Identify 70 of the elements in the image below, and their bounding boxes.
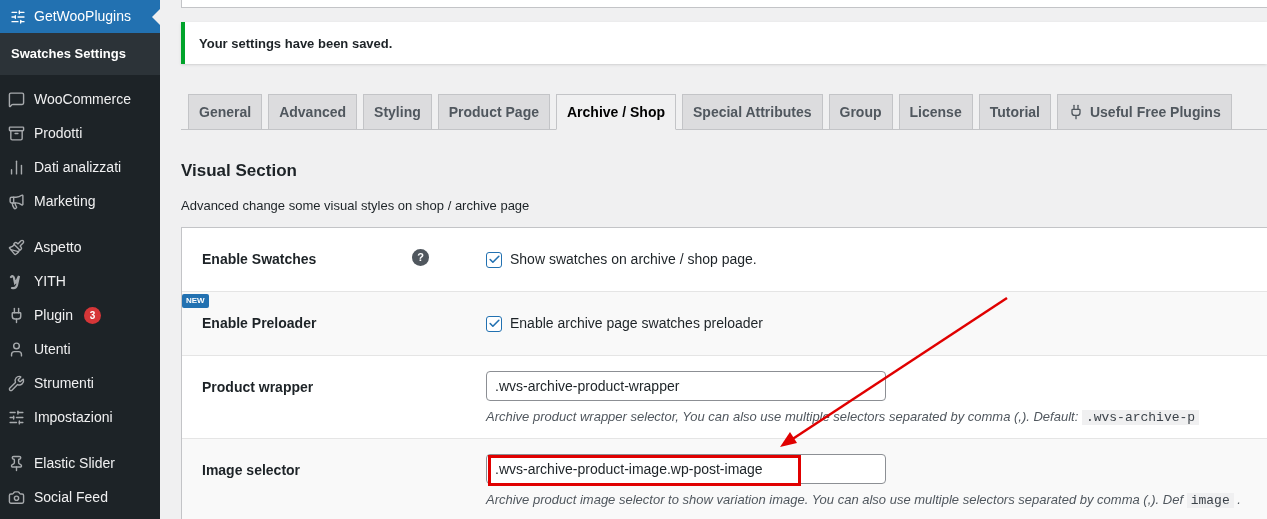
settings-tab[interactable]: Group <box>828 94 893 130</box>
sidebar-menu-item[interactable]: GetWooPlugins <box>0 0 160 33</box>
checkmark-icon <box>487 253 501 266</box>
wrench-icon <box>8 375 25 392</box>
checkbox-label: Show swatches on archive / shop page. <box>510 250 757 269</box>
settings-tab[interactable]: Advanced <box>268 94 358 130</box>
sidebar-menu-item[interactable]: Prodotti <box>0 116 160 151</box>
sidebar-menu-item[interactable]: Impostazioni <box>0 400 160 435</box>
checkmark-icon <box>487 317 501 330</box>
field-description: Archive product image selector to show variation image. You can also use multiple selectors separated by comma (,). Def image . <box>486 491 1242 510</box>
settings-tab[interactable]: License <box>898 94 973 130</box>
menu-label: WooCommerce <box>34 90 131 109</box>
camera-icon <box>8 489 25 506</box>
settings-tab[interactable]: Product Page <box>437 94 550 130</box>
menu-label: Aspetto <box>34 238 82 257</box>
checkbox[interactable] <box>486 251 502 268</box>
settings-tab[interactable]: Archive / Shop <box>556 94 676 130</box>
setting-label: Product wrapper <box>202 378 314 397</box>
speech-bubble-icon <box>8 91 25 108</box>
menu-label: Prodotti <box>34 124 83 143</box>
checkbox[interactable] <box>486 315 502 332</box>
archive-box-icon <box>8 125 25 142</box>
settings-tab[interactable]: Styling <box>363 94 432 130</box>
setting-label: Enable Swatches <box>202 250 317 269</box>
menu-label: Strumenti <box>34 374 94 393</box>
sidebar-menu-item[interactable]: Elastic Slider <box>0 446 160 481</box>
menu-label: YITH <box>34 272 66 291</box>
text-input-field[interactable]: .wvs-archive-product-wrapper <box>486 371 886 401</box>
menu-label: Dati analizzati <box>34 158 122 177</box>
code-snippet: image <box>1186 493 1234 508</box>
section-description: Advanced change some visual styles on shop / archive page <box>181 196 531 215</box>
notice-text: Your settings have been saved. <box>199 36 393 51</box>
sidebar-menu-item[interactable]: WooCommerce <box>0 82 160 117</box>
sidebar-menu-item[interactable]: Social Feed <box>0 480 160 515</box>
menu-label: Impostazioni <box>34 408 113 427</box>
setting-label: Enable Preloader <box>202 314 317 333</box>
sidebar-menu-item[interactable]: YITH <box>0 264 160 299</box>
update-count-badge: 3 <box>83 307 101 324</box>
setting-label: Image selector <box>202 461 301 480</box>
sidebar-menu-item[interactable]: Utenti <box>0 332 160 367</box>
settings-tab[interactable]: General <box>188 94 263 130</box>
sliders-icon <box>10 8 26 25</box>
menu-label: Plugin <box>34 306 73 325</box>
sidebar-menu-item[interactable]: Plugin 3 <box>0 298 160 333</box>
menu-label: Elastic Slider <box>34 454 115 473</box>
user-icon <box>8 341 25 358</box>
checkbox-label: Enable archive page swatches preloader <box>510 314 763 333</box>
sidebar-menu-item[interactable]: Dati analizzati <box>0 150 160 185</box>
settings-tab[interactable]: Special Attributes <box>682 94 823 130</box>
sliders-icon <box>8 409 25 426</box>
settings-tab[interactable]: Tutorial <box>978 94 1051 130</box>
menu-label: Social Feed <box>34 488 108 507</box>
bar-chart-icon <box>8 159 25 176</box>
text-input-field[interactable]: .wvs-archive-product-image.wp-post-image <box>486 454 886 484</box>
pin-icon <box>8 455 25 472</box>
help-icon[interactable]: ? <box>412 249 429 266</box>
section-title: Visual Section <box>181 160 298 182</box>
megaphone-icon <box>8 193 25 210</box>
submenu-item[interactable]: Swatches Settings <box>0 42 160 66</box>
code-snippet: .wvs-archive-p <box>1081 410 1200 425</box>
settings-tab[interactable]: Useful Free Plugins <box>1056 94 1232 130</box>
paintbrush-icon <box>8 239 25 256</box>
sidebar-menu-item[interactable]: Aspetto <box>0 230 160 265</box>
menu-label: Marketing <box>34 192 96 211</box>
sidebar-menu-item[interactable]: Marketing <box>0 184 160 219</box>
menu-label: Utenti <box>34 340 71 359</box>
new-badge: NEW <box>182 294 209 308</box>
description-end: . <box>1236 492 1241 507</box>
current-pointer-icon <box>152 9 160 25</box>
sidebar-menu-item[interactable]: Strumenti <box>0 366 160 401</box>
